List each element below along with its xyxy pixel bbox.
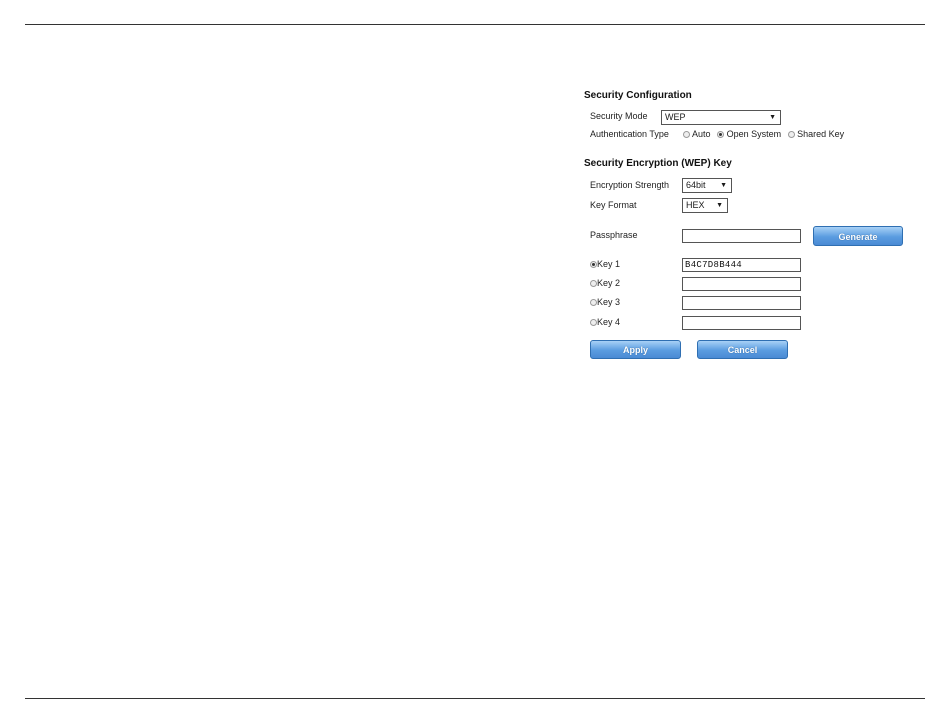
key-3-input[interactable] bbox=[682, 296, 801, 310]
chevron-down-icon: ▼ bbox=[720, 182, 727, 189]
auth-auto-radio[interactable] bbox=[683, 131, 690, 139]
encryption-strength-select[interactable]: 64bit ▼ bbox=[682, 178, 732, 193]
chevron-down-icon: ▼ bbox=[769, 114, 776, 121]
key-format-select[interactable]: HEX ▼ bbox=[682, 198, 728, 213]
encryption-strength-label: Encryption Strength bbox=[590, 180, 670, 190]
wep-key-title: Security Encryption (WEP) Key bbox=[584, 158, 732, 169]
key-4-label: Key 4 bbox=[597, 317, 621, 327]
auth-open-system-label: Open System bbox=[726, 129, 782, 139]
generate-button[interactable]: Generate bbox=[813, 226, 903, 246]
auth-option-auto[interactable]: Auto bbox=[683, 129, 711, 139]
key-3-option[interactable]: Key 3 bbox=[590, 297, 620, 307]
bottom-rule bbox=[25, 698, 925, 699]
encryption-strength-value: 64bit bbox=[686, 180, 706, 190]
key-1-option[interactable]: Key 1 bbox=[590, 259, 620, 269]
key-2-label: Key 2 bbox=[597, 278, 621, 288]
passphrase-input[interactable] bbox=[682, 229, 801, 243]
security-mode-label: Security Mode bbox=[590, 111, 648, 121]
security-mode-select[interactable]: WEP ▼ bbox=[661, 110, 781, 125]
security-mode-value: WEP bbox=[665, 112, 686, 122]
key-format-value: HEX bbox=[686, 200, 705, 210]
key-3-label: Key 3 bbox=[597, 297, 621, 307]
authentication-type-label: Authentication Type bbox=[590, 129, 669, 139]
authentication-type-options: Auto Open System Shared Key bbox=[683, 129, 848, 139]
key-2-input[interactable] bbox=[682, 277, 801, 291]
key-1-input[interactable]: B4C7D8B444 bbox=[682, 258, 801, 272]
key-4-input[interactable] bbox=[682, 316, 801, 330]
auth-option-shared-key[interactable]: Shared Key bbox=[787, 129, 845, 139]
auth-shared-key-radio[interactable] bbox=[787, 131, 795, 139]
key-4-option[interactable]: Key 4 bbox=[590, 317, 620, 327]
auth-open-system-radio[interactable] bbox=[717, 131, 725, 139]
key-2-option[interactable]: Key 2 bbox=[590, 278, 620, 288]
key-2-radio[interactable] bbox=[590, 280, 597, 288]
apply-button[interactable]: Apply bbox=[590, 340, 681, 359]
chevron-down-icon: ▼ bbox=[716, 202, 723, 209]
top-rule bbox=[25, 24, 925, 25]
cancel-button[interactable]: Cancel bbox=[697, 340, 788, 359]
auth-auto-label: Auto bbox=[692, 129, 711, 139]
key-1-radio[interactable] bbox=[590, 261, 597, 269]
auth-shared-key-label: Shared Key bbox=[797, 129, 845, 139]
key-format-label: Key Format bbox=[590, 200, 637, 210]
security-configuration-title: Security Configuration bbox=[584, 90, 692, 101]
auth-option-open-system[interactable]: Open System bbox=[717, 129, 781, 139]
key-4-radio[interactable] bbox=[590, 319, 597, 327]
key-1-label: Key 1 bbox=[597, 259, 621, 269]
key-3-radio[interactable] bbox=[590, 299, 597, 307]
passphrase-label: Passphrase bbox=[590, 230, 638, 240]
